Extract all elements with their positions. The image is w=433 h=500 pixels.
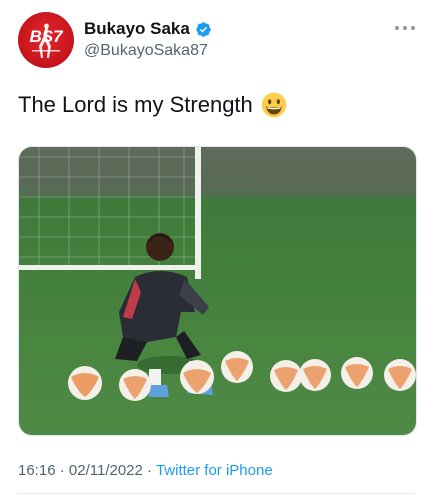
tweet-source-link[interactable]: Twitter for iPhone — [156, 462, 273, 479]
tweet-meta: 16:16 · 02/11/2022 · Twitter for iPhone — [18, 462, 273, 479]
tweet-time[interactable]: 16:16 — [18, 462, 56, 479]
tweet-date[interactable]: 02/11/2022 — [69, 462, 143, 479]
verified-badge-icon — [195, 21, 212, 38]
photo-football-training-image — [19, 147, 416, 435]
meta-separator: · — [147, 462, 153, 479]
author-display-name[interactable]: Bukayo Saka — [84, 19, 190, 39]
bs87-logo-icon: BS7 — [29, 23, 64, 58]
meta-separator: · — [59, 462, 65, 479]
author-name-row[interactable]: Bukayo Saka — [84, 19, 212, 39]
grinning-face-emoji-icon — [261, 92, 287, 118]
divider — [18, 493, 415, 494]
tweet-text: The Lord is my Strength — [18, 92, 287, 118]
author-handle[interactable]: @BukayoSaka87 — [84, 42, 208, 60]
avatar[interactable]: BS7 — [18, 12, 74, 68]
tweet-text-content: The Lord is my Strength — [18, 92, 253, 117]
more-options-icon[interactable] — [395, 20, 415, 36]
tweet-photo[interactable] — [18, 146, 417, 436]
